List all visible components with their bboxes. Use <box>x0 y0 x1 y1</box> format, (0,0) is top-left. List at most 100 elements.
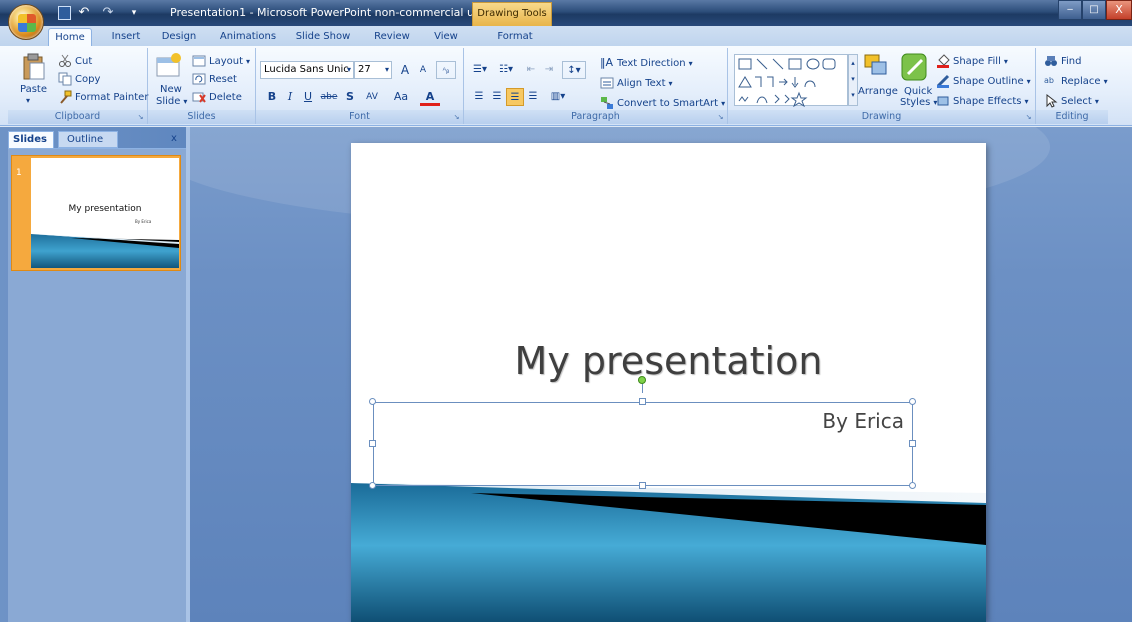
shape-effects-icon <box>936 94 950 108</box>
resize-handle-top[interactable] <box>639 398 646 405</box>
layout-button[interactable]: Layout ▾ <box>192 54 250 68</box>
delete-button[interactable]: Delete <box>192 90 242 104</box>
redo-icon[interactable]: ↷ <box>100 5 116 21</box>
strikethrough-button[interactable]: abe <box>318 88 340 106</box>
slide-thumbnail-preview: My presentation By Erica <box>31 158 179 268</box>
shapes-gallery-icons <box>738 58 836 108</box>
close-pane-icon[interactable]: x <box>168 133 180 145</box>
undo-icon[interactable]: ↶ <box>76 5 92 21</box>
justify-icon[interactable]: ☰ <box>524 88 542 106</box>
slide-subtitle[interactable]: By Erica <box>822 409 904 433</box>
line-spacing-icon[interactable]: ↕▾ <box>562 61 586 79</box>
thumbnail-subtitle: By Erica <box>135 219 152 224</box>
paste-button[interactable]: Paste <box>20 84 47 95</box>
align-left-icon[interactable]: ☰ <box>470 88 488 106</box>
shapes-gallery[interactable] <box>734 54 848 108</box>
close-button[interactable]: X <box>1106 0 1132 20</box>
tab-animations[interactable]: Animations <box>214 28 282 46</box>
copy-button[interactable]: Copy <box>58 72 100 86</box>
tab-home[interactable]: Home <box>48 28 92 46</box>
binoculars-icon <box>1044 54 1058 68</box>
clear-formatting-button[interactable]: ᴬᵦ <box>436 61 456 79</box>
resize-handle-bottom-left[interactable] <box>369 482 376 489</box>
align-text-button[interactable]: Align Text ▾ <box>600 76 673 90</box>
arrange-button[interactable]: Arrange <box>858 86 898 97</box>
format-painter-button[interactable]: Format Painter <box>58 90 148 104</box>
tab-review[interactable]: Review <box>370 28 414 46</box>
save-icon[interactable] <box>56 5 72 21</box>
select-button[interactable]: Select ▾ <box>1044 93 1099 108</box>
clipboard-launcher-icon[interactable]: ↘ <box>136 113 145 122</box>
font-color-button[interactable]: A <box>420 88 440 106</box>
quick-styles-button[interactable]: Quick <box>904 86 932 97</box>
arrange-icon[interactable] <box>862 52 890 82</box>
font-size-combo[interactable]: 27 ▾ <box>354 61 392 79</box>
shape-outline-button[interactable]: Shape Outline ▾ <box>936 74 1031 88</box>
drawing-launcher-icon[interactable]: ↘ <box>1024 113 1033 122</box>
office-logo-icon <box>18 14 36 32</box>
chevron-down-icon: ▾ <box>183 97 188 106</box>
resize-handle-bottom[interactable] <box>639 482 646 489</box>
customize-qat-icon[interactable]: ▾ <box>126 5 142 21</box>
tab-format[interactable]: Format <box>490 28 540 46</box>
tab-slide-show[interactable]: Slide Show <box>290 28 356 46</box>
cut-button[interactable]: Cut <box>58 54 92 68</box>
convert-smartart-button[interactable]: Convert to SmartArt ▾ <box>600 96 725 110</box>
paste-dropdown-icon[interactable]: ▾ <box>26 96 30 105</box>
tab-insert[interactable]: Insert <box>104 28 148 46</box>
slide-canvas[interactable]: My presentation By Erica <box>351 143 986 622</box>
quick-styles-dropdown[interactable]: Styles ▾ <box>900 97 937 108</box>
cut-label: Cut <box>75 55 93 67</box>
grow-font-button[interactable]: A <box>396 61 414 79</box>
change-case-button[interactable]: Aa <box>388 88 414 106</box>
rotate-handle[interactable] <box>638 376 646 384</box>
font-name-combo[interactable]: Lucida Sans Unic ▾ <box>260 61 354 79</box>
quick-styles-icon[interactable] <box>900 52 928 82</box>
pencil-icon <box>936 74 950 88</box>
new-slide-dropdown[interactable]: Slide ▾ <box>156 96 187 107</box>
character-spacing-button[interactable]: AV <box>360 88 384 106</box>
tab-slides[interactable]: Slides <box>8 131 54 148</box>
tab-design[interactable]: Design <box>156 28 202 46</box>
shape-effects-button[interactable]: Shape Effects ▾ <box>936 94 1029 108</box>
tab-view[interactable]: View <box>428 28 464 46</box>
reset-button[interactable]: Reset <box>192 72 237 86</box>
office-button[interactable] <box>8 4 44 40</box>
subtitle-placeholder[interactable]: By Erica <box>373 402 913 486</box>
bold-button[interactable]: B <box>264 88 280 106</box>
resize-handle-right[interactable] <box>909 440 916 447</box>
resize-handle-top-left[interactable] <box>369 398 376 405</box>
text-direction-button[interactable]: ‖A Text Direction ▾ <box>600 56 693 70</box>
resize-handle-bottom-right[interactable] <box>909 482 916 489</box>
align-right-icon[interactable]: ☰ <box>506 88 524 106</box>
new-slide-icon[interactable] <box>154 52 182 82</box>
paste-icon[interactable] <box>20 52 48 82</box>
bullets-icon[interactable]: ☰▾ <box>468 61 492 79</box>
new-slide-button[interactable]: New <box>160 84 182 95</box>
align-center-icon[interactable]: ☰ <box>488 88 506 106</box>
paragraph-launcher-icon[interactable]: ↘ <box>716 113 725 122</box>
font-group: Lucida Sans Unic ▾ 27 ▾ A A ᴬᵦ B I U abe S… <box>256 48 464 124</box>
shrink-font-button[interactable]: A <box>414 61 432 79</box>
maximize-button[interactable]: □ <box>1082 0 1106 20</box>
shapes-gallery-scroll[interactable]: ▴ ▾ ▾ <box>848 54 858 106</box>
find-button[interactable]: Find <box>1044 54 1082 68</box>
window-controls: ‒ □ X <box>1058 0 1132 20</box>
resize-handle-top-right[interactable] <box>909 398 916 405</box>
slide-title[interactable]: My presentation <box>351 339 986 383</box>
numbering-icon[interactable]: ☷▾ <box>494 61 518 79</box>
thumbnail-band-graphic <box>31 234 179 268</box>
resize-handle-left[interactable] <box>369 440 376 447</box>
tab-outline[interactable]: Outline <box>58 131 118 148</box>
increase-indent-icon[interactable]: ⇥ <box>540 61 558 79</box>
columns-icon[interactable]: ▥▾ <box>546 88 570 106</box>
minimize-button[interactable]: ‒ <box>1058 0 1082 20</box>
font-launcher-icon[interactable]: ↘ <box>452 113 461 122</box>
text-shadow-button[interactable]: S <box>342 88 358 106</box>
italic-button[interactable]: I <box>282 88 298 106</box>
shape-fill-button[interactable]: Shape Fill ▾ <box>936 54 1008 68</box>
underline-button[interactable]: U <box>300 88 316 106</box>
replace-button[interactable]: ab Replace ▾ <box>1044 74 1108 88</box>
decrease-indent-icon[interactable]: ⇤ <box>522 61 540 79</box>
slide-thumbnail-1[interactable]: 1 My presentation By Erica <box>11 155 181 271</box>
